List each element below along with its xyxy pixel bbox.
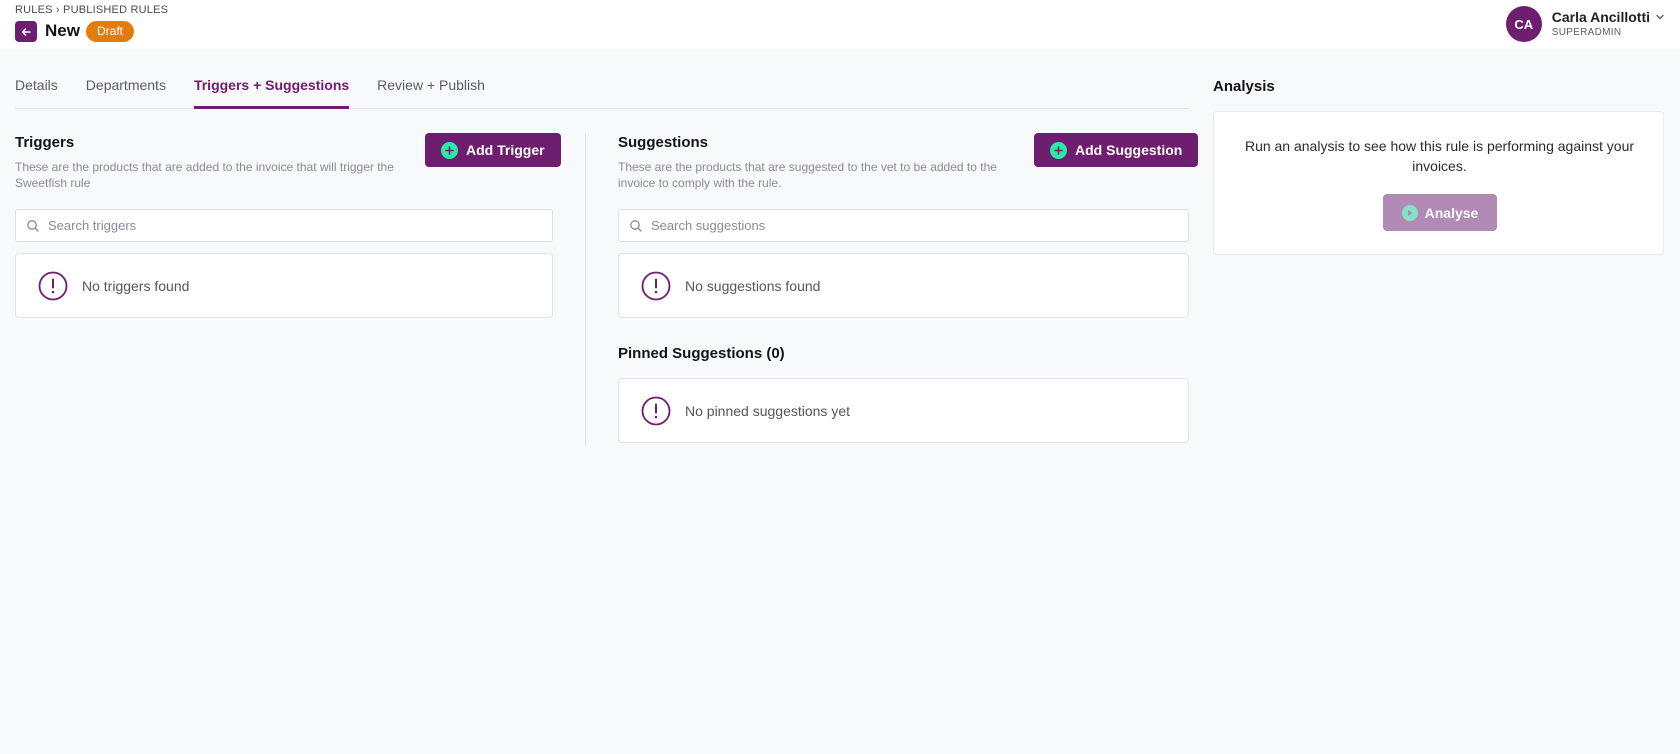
analysis-card: Run an analysis to see how this rule is … — [1213, 111, 1664, 255]
triggers-empty-state: No triggers found — [15, 253, 553, 318]
play-circle-icon — [1401, 204, 1418, 221]
tab-review-publish[interactable]: Review + Publish — [377, 74, 485, 109]
suggestion-search-box[interactable] — [618, 209, 1189, 242]
add-trigger-label: Add Trigger — [466, 142, 545, 158]
chevron-down-icon[interactable] — [1655, 12, 1665, 22]
triggers-description: These are the products that are added to… — [15, 160, 394, 190]
alert-circle-icon — [641, 396, 671, 425]
analysis-description: Run an analysis to see how this rule is … — [1244, 138, 1635, 174]
user-role: SUPERADMIN — [1551, 26, 1622, 38]
alert-circle-icon — [38, 271, 68, 300]
analyse-button[interactable]: Analyse — [1383, 194, 1497, 231]
analyse-button-label: Analyse — [1424, 204, 1479, 221]
top-bar: RULES › PUBLISHED RULES New Draft CA Car… — [0, 0, 1680, 49]
pinned-suggestions-title: Pinned Suggestions (0) — [618, 345, 785, 362]
page-title: New — [45, 21, 80, 40]
trigger-search-input[interactable] — [48, 218, 522, 233]
suggestions-empty-text: No suggestions found — [685, 277, 821, 294]
tab-triggers-suggestions[interactable]: Triggers + Suggestions — [193, 74, 350, 109]
add-suggestion-button[interactable]: Add Suggestion — [1034, 133, 1199, 167]
analysis-title: Analysis — [1213, 78, 1275, 95]
avatar: CA — [1505, 6, 1542, 42]
triggers-title: Triggers — [15, 134, 75, 151]
search-icon — [630, 219, 642, 232]
plus-circle-icon — [1050, 141, 1067, 159]
alert-circle-icon — [641, 271, 671, 300]
status-badge: Draft — [86, 21, 135, 42]
back-button[interactable] — [15, 21, 37, 42]
suggestion-search-input[interactable] — [651, 218, 1155, 233]
plus-circle-icon — [441, 141, 458, 159]
suggestions-empty-state: No suggestions found — [618, 253, 1189, 318]
add-trigger-button[interactable]: Add Trigger — [425, 133, 561, 167]
suggestions-description: These are the products that are suggeste… — [618, 160, 997, 190]
user-name: Carla Ancillotti — [1551, 8, 1650, 25]
breadcrumb[interactable]: RULES › PUBLISHED RULES — [15, 4, 168, 16]
pinned-empty-text: No pinned suggestions yet — [685, 402, 850, 419]
triggers-empty-text: No triggers found — [82, 277, 190, 294]
tab-details[interactable]: Details — [15, 74, 58, 109]
pinned-empty-state: No pinned suggestions yet — [618, 378, 1189, 443]
user-menu[interactable]: CA Carla Ancillotti SUPERADMIN — [1505, 5, 1665, 43]
add-suggestion-label: Add Suggestion — [1075, 142, 1183, 158]
back-arrow-icon — [21, 27, 31, 36]
search-icon — [27, 219, 39, 232]
user-info: Carla Ancillotti SUPERADMIN — [1552, 9, 1650, 40]
tab-bar: Details Departments Triggers + Suggestio… — [15, 74, 1189, 109]
trigger-search-box[interactable] — [15, 209, 553, 242]
suggestions-title: Suggestions — [618, 134, 709, 151]
tab-departments[interactable]: Departments — [86, 74, 166, 109]
column-divider — [585, 133, 586, 445]
